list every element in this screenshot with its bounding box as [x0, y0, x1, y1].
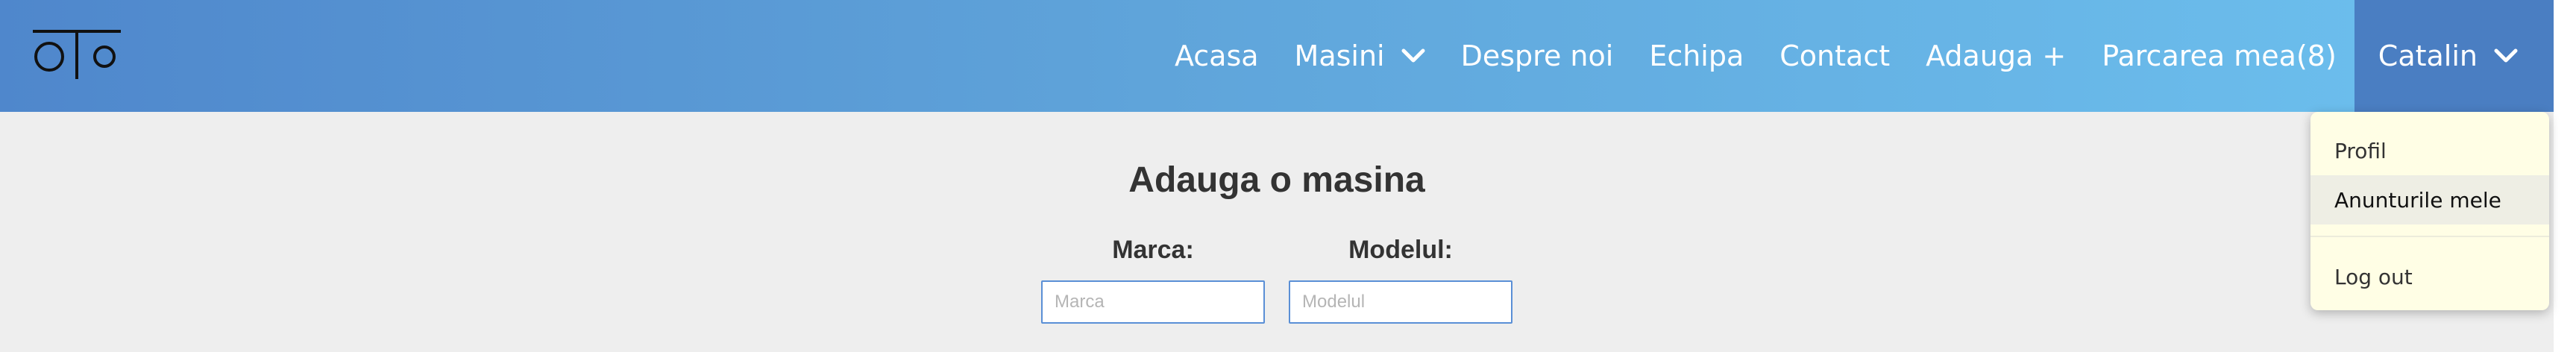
- nav-item-label: Adauga +: [1926, 40, 2067, 72]
- model-input[interactable]: [1289, 280, 1512, 324]
- nav-item-label: Acasa: [1174, 40, 1259, 72]
- nav-item-acasa[interactable]: Acasa: [1157, 0, 1277, 112]
- nav-item-label: Despre noi: [1460, 40, 1614, 72]
- nav-item-contact[interactable]: Contact: [1762, 0, 1908, 112]
- nav-menu: Acasa Masini Despre noi Echipa Contact A…: [1157, 0, 2554, 112]
- dropdown-divider: [2310, 236, 2549, 237]
- logo-icon[interactable]: [31, 27, 122, 81]
- nav-item-adauga[interactable]: Adauga +: [1908, 0, 2084, 112]
- nav-item-echipa[interactable]: Echipa: [1631, 0, 1762, 112]
- chevron-down-icon: [2494, 48, 2518, 63]
- brand-input[interactable]: [1041, 280, 1265, 324]
- nav-item-label: Echipa: [1649, 40, 1744, 72]
- user-name-label: Catalin: [2378, 40, 2478, 72]
- nav-item-label: Masini: [1294, 40, 1385, 72]
- nav-item-despre-noi[interactable]: Despre noi: [1443, 0, 1632, 112]
- nav-item-label: Contact: [1779, 40, 1891, 72]
- model-label: Modelul:: [1348, 236, 1453, 264]
- dropdown-item-logout[interactable]: Log out: [2310, 252, 2549, 301]
- user-dropdown: Profil Anunturile mele Log out: [2310, 112, 2549, 310]
- user-menu-toggle[interactable]: Catalin: [2354, 0, 2554, 112]
- brand-label: Marca:: [1112, 236, 1194, 264]
- navbar: Acasa Masini Despre noi Echipa Contact A…: [0, 0, 2554, 112]
- nav-item-parcarea-mea[interactable]: Parcarea mea(8): [2084, 0, 2354, 112]
- dropdown-item-label: Log out: [2334, 264, 2413, 289]
- scrollbar-track[interactable]: [2554, 0, 2576, 352]
- chevron-down-icon: [1401, 48, 1425, 63]
- nav-item-masini[interactable]: Masini: [1277, 0, 1443, 112]
- page-title: Adauga o masina: [1128, 160, 1425, 200]
- nav-item-label: Parcarea mea(8): [2102, 40, 2337, 72]
